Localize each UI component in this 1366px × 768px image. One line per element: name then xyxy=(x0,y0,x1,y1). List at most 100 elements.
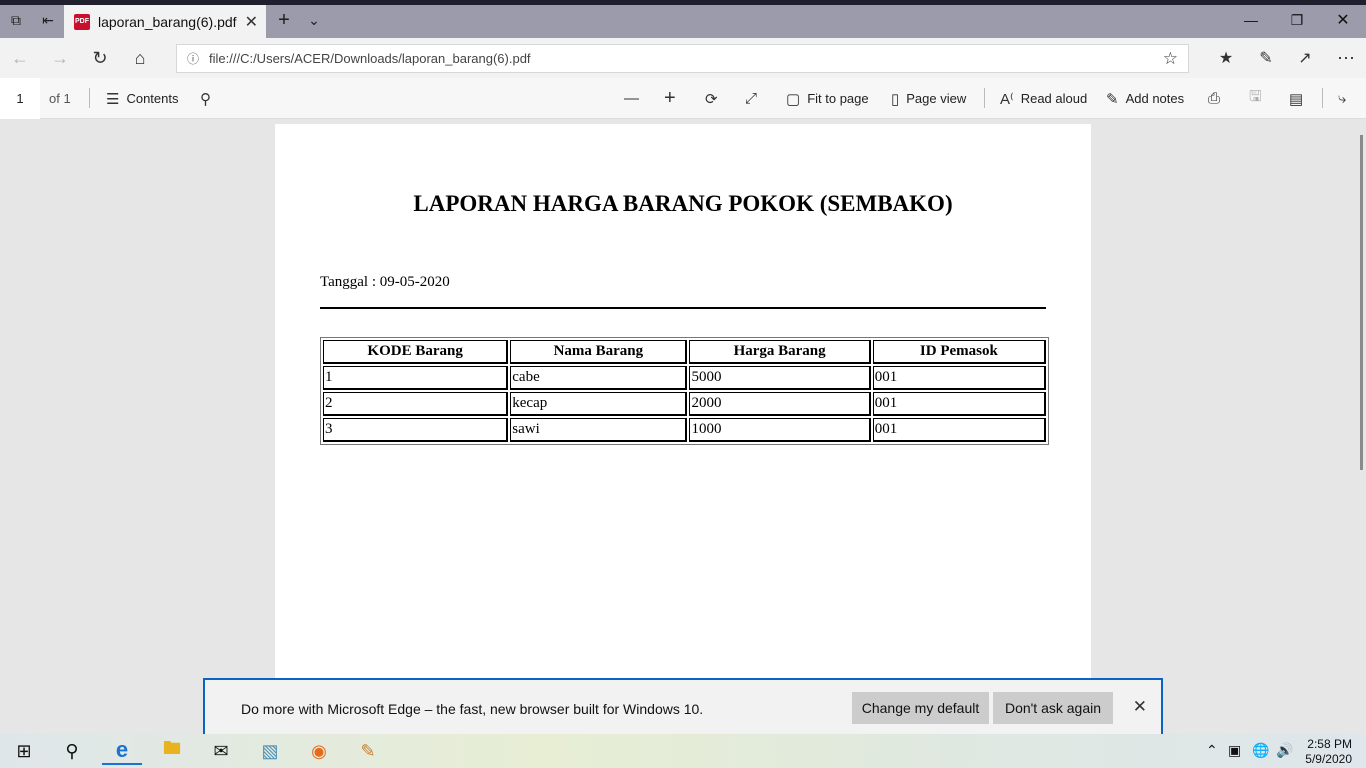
fit-to-page-icon: ▢ xyxy=(786,90,801,108)
firefox-icon[interactable]: ◉ xyxy=(299,737,339,765)
toolbar-divider xyxy=(89,88,90,108)
table-cell: 2 xyxy=(323,392,509,416)
close-tab-icon[interactable]: ✕ xyxy=(245,12,258,32)
table-cell: sawi xyxy=(510,418,688,442)
save-as-icon: ▤ xyxy=(1289,90,1304,108)
back-icon[interactable]: ← xyxy=(6,46,34,70)
close-window-icon[interactable]: ✕ xyxy=(1320,8,1366,32)
edge-browser-icon[interactable]: e xyxy=(102,737,142,765)
refresh-icon[interactable]: ↻ xyxy=(86,46,114,70)
zoom-in-icon: + xyxy=(664,87,676,109)
table-row: 1 cabe 5000 001 xyxy=(323,366,1046,390)
items-table: KODE Barang Nama Barang Harga Barang ID … xyxy=(320,337,1049,445)
table-cell: kecap xyxy=(510,392,688,416)
contents-label: Contents xyxy=(126,91,179,106)
page-view-label: Page view xyxy=(906,91,967,106)
save-as-button[interactable]: ▤ xyxy=(1289,78,1310,119)
document-date: Tanggal : 09-05-2020 xyxy=(320,274,450,290)
volume-icon[interactable]: 🔊 xyxy=(1276,742,1293,759)
share-icon[interactable]: ↗ xyxy=(1291,46,1319,70)
more-menu-icon[interactable]: ⋯ xyxy=(1332,46,1360,70)
read-aloud-label: Read aloud xyxy=(1020,91,1088,106)
paint-app-icon[interactable]: ✎ xyxy=(348,737,388,765)
clock[interactable]: 2:58 PM 5/9/2020 xyxy=(1305,737,1352,767)
pin-icon: ⤷ xyxy=(1338,90,1347,107)
table-cell: 001 xyxy=(872,392,1046,416)
notification-message: Do more with Microsoft Edge – the fast, … xyxy=(241,701,704,717)
pin-toolbar-button[interactable]: ⤷ xyxy=(1338,78,1353,119)
network-globe-icon[interactable]: 🌐 xyxy=(1252,742,1269,759)
rotate-button[interactable]: ⟳ xyxy=(705,78,725,119)
table-cell: 5000 xyxy=(689,366,871,390)
forward-icon[interactable]: → xyxy=(46,46,74,70)
page-view-button[interactable]: ▯ Page view xyxy=(891,78,966,119)
change-my-default-button[interactable]: Change my default xyxy=(852,692,989,724)
edge-default-notification: Do more with Microsoft Edge – the fast, … xyxy=(203,678,1163,734)
file-explorer-icon[interactable]: 🖿 xyxy=(152,737,192,765)
search-icon[interactable]: ⚲ xyxy=(52,737,92,765)
save-icon: 🖫 xyxy=(1249,88,1262,105)
table-cell: 2000 xyxy=(689,392,871,416)
info-icon[interactable]: ⓘ xyxy=(177,50,209,67)
table-header: ID Pemasok xyxy=(872,340,1046,364)
save-button[interactable]: 🖫 xyxy=(1249,78,1269,119)
table-cell: 3 xyxy=(323,418,509,442)
clock-date: 5/9/2020 xyxy=(1305,752,1352,766)
pen-icon: ✎ xyxy=(1106,90,1119,108)
vertical-scrollbar[interactable] xyxy=(1360,135,1363,470)
page-number-input[interactable]: 1 xyxy=(0,78,40,119)
zoom-out-button[interactable]: — xyxy=(624,78,646,119)
title-bar: ⧉ ⇤ PDF laporan_barang(6).pdf ✕ + ⌄ — ❐ … xyxy=(0,0,1366,38)
zoom-in-button[interactable]: + xyxy=(664,78,683,119)
set-tabs-aside-icon[interactable]: ⇤ xyxy=(36,8,60,32)
read-aloud-icon: A⁽ xyxy=(1000,90,1014,108)
document-title: LAPORAN HARGA BARANG POKOK (SEMBAKO) xyxy=(413,191,953,216)
pdf-page: LAPORAN HARGA BARANG POKOK (SEMBAKO) Tan… xyxy=(275,124,1091,734)
address-bar[interactable]: ⓘ file:///C:/Users/ACER/Downloads/lapora… xyxy=(176,44,1189,73)
read-aloud-button[interactable]: A⁽ Read aloud xyxy=(1000,78,1087,119)
tab-manager-icon[interactable]: ⧉ xyxy=(4,8,28,32)
pdf-file-icon: PDF xyxy=(74,13,90,30)
table-cell: 1 xyxy=(323,366,509,390)
new-tab-icon[interactable]: + xyxy=(272,8,296,32)
tab-pdf[interactable]: PDF laporan_barang(6).pdf ✕ xyxy=(64,5,266,38)
table-row: 3 sawi 1000 001 xyxy=(323,418,1046,442)
notepad-app-icon[interactable]: ▧ xyxy=(250,737,290,765)
table-cell: 001 xyxy=(872,418,1046,442)
page-count: of 1 xyxy=(49,91,71,106)
tab-preview-chevron-icon[interactable]: ⌄ xyxy=(302,8,326,32)
toolbar-divider xyxy=(1322,88,1323,108)
home-icon[interactable]: ⌂ xyxy=(126,46,154,70)
table-header: Harga Barang xyxy=(689,340,871,364)
pdf-toolbar: 1 of 1 ☰ Contents ⚲ — + ⟳ ⤢ ▢ Fit to pag… xyxy=(0,78,1366,119)
add-notes-button[interactable]: ✎ Add notes xyxy=(1106,78,1184,119)
print-icon: ⎙ xyxy=(1208,90,1221,107)
search-icon: ⚲ xyxy=(200,90,211,108)
favorite-star-icon[interactable]: ☆ xyxy=(1163,49,1178,69)
show-hidden-icons-chevron-icon[interactable]: ⌃ xyxy=(1206,742,1218,759)
table-cell: cabe xyxy=(510,366,688,390)
minimize-icon[interactable]: — xyxy=(1228,8,1274,32)
address-row: ← → ↻ ⌂ ⓘ file:///C:/Users/ACER/Download… xyxy=(0,38,1366,78)
page-view-icon: ▯ xyxy=(891,90,900,108)
search-button[interactable]: ⚲ xyxy=(200,78,218,119)
web-note-pen-icon[interactable]: ✎ xyxy=(1252,46,1280,70)
table-row: 2 kecap 2000 001 xyxy=(323,392,1046,416)
zoom-out-icon: — xyxy=(624,90,639,107)
full-screen-button[interactable]: ⤢ xyxy=(745,78,764,119)
close-notification-icon[interactable]: ✕ xyxy=(1133,697,1147,717)
tab-title: laporan_barang(6).pdf xyxy=(98,13,237,30)
restore-icon[interactable]: ❐ xyxy=(1274,8,1320,32)
fit-to-page-button[interactable]: ▢ Fit to page xyxy=(786,78,869,119)
windows-start-icon[interactable]: ⊞ xyxy=(4,737,44,765)
mail-icon[interactable]: ✉ xyxy=(201,737,241,765)
pdf-viewer: LAPORAN HARGA BARANG POKOK (SEMBAKO) Tan… xyxy=(0,119,1366,734)
clock-time: 2:58 PM xyxy=(1307,737,1352,751)
dont-ask-again-button[interactable]: Don't ask again xyxy=(993,692,1113,724)
print-button[interactable]: ⎙ xyxy=(1208,78,1227,119)
battery-icon[interactable]: ▣ xyxy=(1228,742,1241,759)
expand-icon: ⤢ xyxy=(745,90,758,107)
contents-button[interactable]: ☰ Contents xyxy=(106,78,179,119)
table-cell: 1000 xyxy=(689,418,871,442)
favorites-icon[interactable]: ★ xyxy=(1212,46,1240,70)
